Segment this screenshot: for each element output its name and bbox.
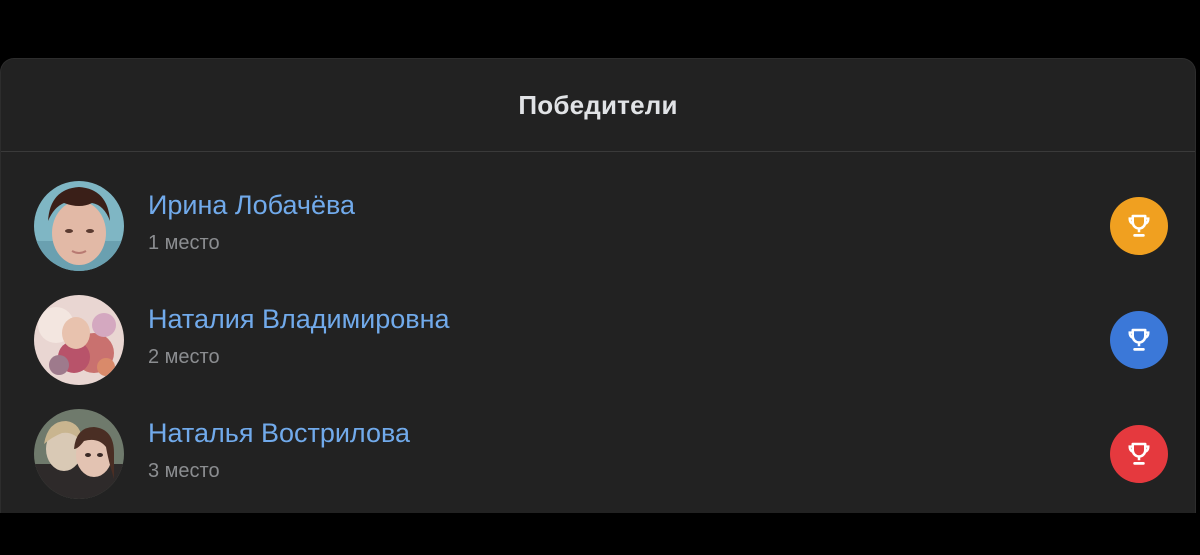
winner-row-1: Ирина Лобачёва 1 место [1, 152, 1195, 271]
winner-row-2: Наталия Владимировна 2 место [1, 266, 1195, 385]
winner-place: 1 место [148, 232, 220, 254]
card-title: Победители [518, 89, 678, 120]
winner-name[interactable]: Наталия Владимировна [148, 304, 450, 335]
trophy-bronze-icon [1110, 425, 1168, 483]
winner-place: 3 место [148, 460, 220, 482]
trophy-silver-icon [1110, 311, 1168, 369]
winner-row-3: Наталья Вострилова 3 место [1, 380, 1195, 499]
winner-place: 2 место [148, 346, 220, 368]
winner-name[interactable]: Ирина Лобачёва [148, 190, 355, 221]
avatar[interactable] [34, 409, 124, 499]
card-header: Победители [1, 59, 1195, 152]
winner-name[interactable]: Наталья Вострилова [148, 418, 410, 449]
avatar[interactable] [34, 181, 124, 271]
avatar[interactable] [34, 295, 124, 385]
trophy-gold-icon [1110, 197, 1168, 255]
winners-card: Победители Ирина Лобачёва 1 место Натали… [0, 58, 1196, 513]
